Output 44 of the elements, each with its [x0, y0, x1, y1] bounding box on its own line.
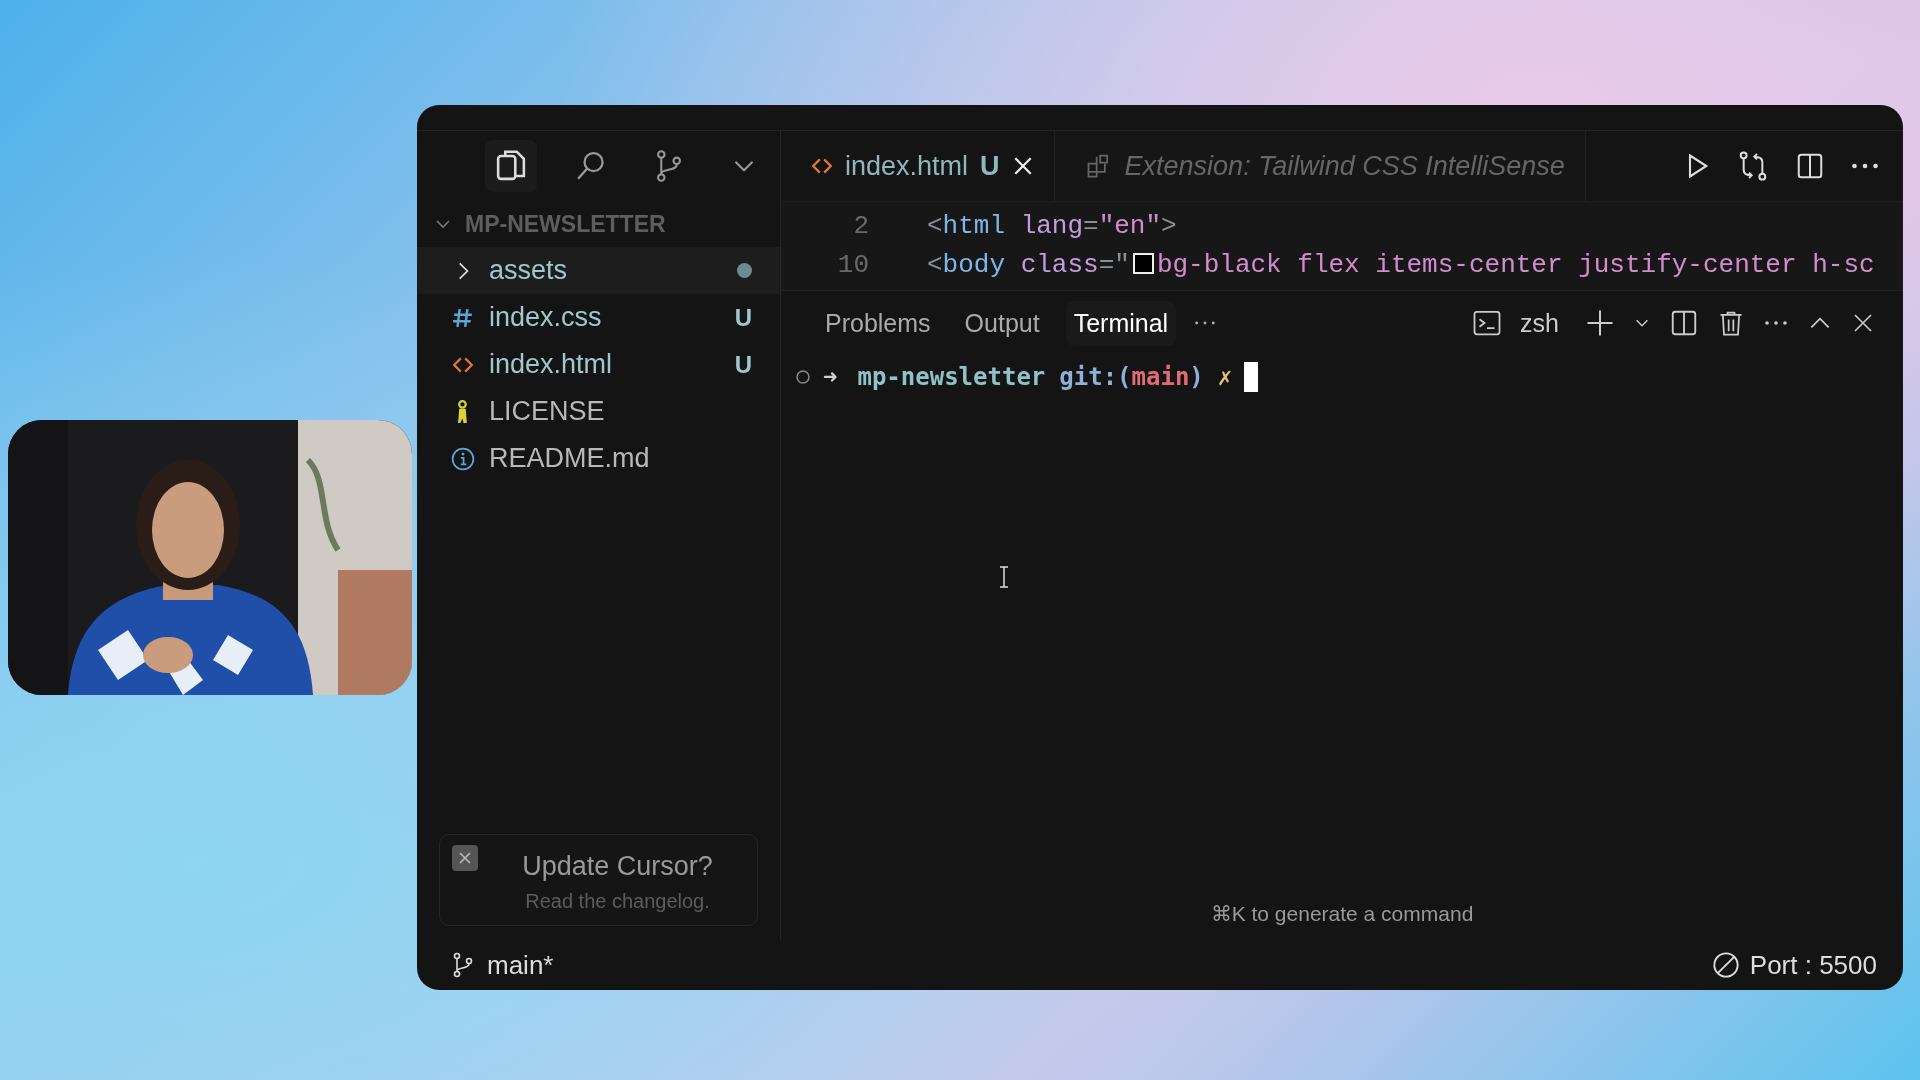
tab-label: index.html — [845, 150, 969, 182]
branch-name[interactable]: main* — [487, 949, 554, 981]
more-icon[interactable] — [1194, 319, 1217, 327]
info-icon — [451, 446, 475, 471]
panel-tab[interactable]: Problems — [817, 300, 939, 346]
file-item[interactable]: README.md — [417, 435, 780, 482]
blocked-icon — [1711, 951, 1740, 979]
panel-tab[interactable]: Terminal — [1065, 300, 1177, 346]
terminal-prompt: ➜ mp-newsletter git:(main) ✗ — [823, 363, 1233, 391]
project-name: MP-NEWSLETTER — [465, 210, 666, 238]
split-terminal-icon[interactable] — [1669, 308, 1699, 338]
untracked-status: U — [980, 150, 1000, 182]
notification-title: Update Cursor? — [522, 851, 713, 882]
split-editor-icon[interactable] — [1795, 151, 1825, 181]
terminal-icon — [1472, 308, 1503, 338]
file-name: assets — [489, 255, 569, 286]
line-number: 2 — [852, 210, 869, 241]
compare-icon[interactable] — [1737, 150, 1769, 182]
file-name: LICENSE — [489, 396, 606, 427]
code-line: <body class=" bg-black flex items-center justify-center h-sc — [927, 249, 1875, 280]
line-number: 10 — [836, 249, 869, 280]
file-name: index.css — [489, 302, 603, 333]
more-icon[interactable] — [1851, 161, 1879, 171]
terminal-hint: ⌘K to generate a command — [1210, 902, 1474, 926]
plus-icon[interactable] — [1585, 308, 1615, 338]
tab-label: Extension: Tailwind CSS IntelliSense — [1124, 150, 1565, 182]
panel-tab[interactable]: Output — [956, 300, 1048, 346]
text-cursor-icon — [998, 566, 1010, 588]
terminal-cursor — [1244, 362, 1259, 392]
files-icon[interactable] — [485, 140, 537, 192]
file-item[interactable]: index.html U — [417, 341, 780, 388]
file-item[interactable]: assets — [417, 247, 780, 294]
more-icon[interactable] — [1763, 319, 1789, 327]
untracked-status: U — [734, 350, 752, 379]
untracked-status: U — [734, 303, 752, 332]
file-name: README.md — [489, 443, 651, 474]
file-name: index.html — [489, 349, 614, 380]
code-line: <html lang="en"> — [927, 210, 1177, 241]
port-status[interactable]: Port : 5500 — [1749, 949, 1877, 981]
circle-icon — [795, 369, 811, 385]
shell-name[interactable]: zsh — [1520, 308, 1559, 338]
file-item[interactable]: LICENSE — [417, 388, 780, 435]
file-item[interactable]: index.css U — [417, 294, 780, 341]
hash-icon — [451, 306, 475, 329]
